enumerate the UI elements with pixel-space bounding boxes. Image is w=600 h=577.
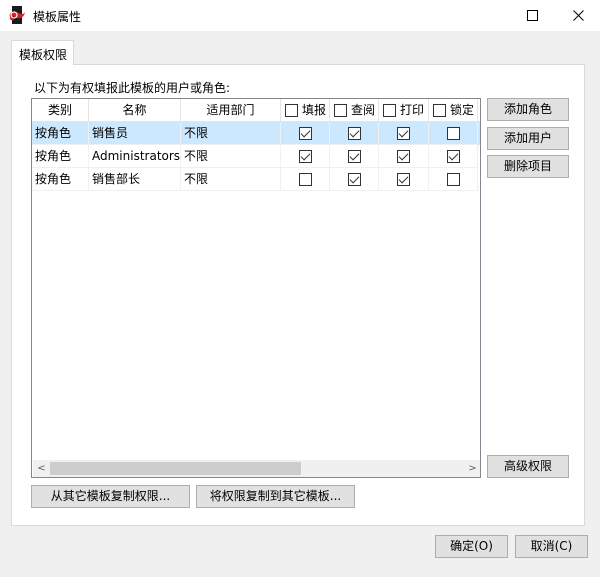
query-checkbox[interactable] <box>348 173 361 186</box>
query-checkbox[interactable] <box>348 127 361 140</box>
cell-lock <box>429 122 478 145</box>
scrollbar-thumb[interactable] <box>50 462 301 475</box>
cell-dept: 不限 <box>181 145 281 168</box>
fill-checkbox[interactable] <box>299 150 312 163</box>
table-row[interactable]: 按角色 销售员 不限 <box>32 122 480 145</box>
column-header-print[interactable]: 打印 <box>379 99 429 122</box>
column-header-print-label: 打印 <box>400 103 425 117</box>
fill-all-checkbox[interactable] <box>285 104 298 117</box>
tab-template-permissions[interactable]: 模板权限 <box>11 40 74 65</box>
cancel-button[interactable]: 取消(C) <box>515 535 588 558</box>
cell-name: 销售部长 <box>89 168 181 191</box>
cell-fill <box>281 122 330 145</box>
cell-print <box>379 168 429 191</box>
table-row[interactable]: 按角色 Administrators 不限 <box>32 145 480 168</box>
horizontal-scrollbar[interactable]: < > <box>33 460 480 477</box>
print-all-checkbox[interactable] <box>383 104 396 117</box>
fill-checkbox[interactable] <box>299 173 312 186</box>
column-header-dept[interactable]: 适用部门 <box>181 99 281 122</box>
cell-lock <box>429 145 478 168</box>
lock-checkbox[interactable] <box>447 173 460 186</box>
delete-item-button[interactable]: 删除项目 <box>487 155 569 178</box>
column-header-dept-label: 适用部门 <box>206 103 255 117</box>
print-checkbox[interactable] <box>397 127 410 140</box>
print-checkbox[interactable] <box>397 150 410 163</box>
permissions-list[interactable]: 类别 名称 适用部门 填报 查阅 打印 锁定 按角色 销售员 不限 按角色 Admini… <box>31 98 481 478</box>
lock-all-checkbox[interactable] <box>433 104 446 117</box>
lock-checkbox[interactable] <box>447 150 460 163</box>
close-button[interactable] <box>555 0 600 31</box>
title-bar: 模板属性 <box>0 0 600 31</box>
cell-name: Administrators <box>89 145 181 168</box>
cell-dept: 不限 <box>181 122 281 145</box>
column-header-lock-label: 锁定 <box>450 103 475 117</box>
advanced-permissions-button[interactable]: 高级权限 <box>487 455 569 478</box>
column-header-name[interactable]: 名称 <box>89 99 181 122</box>
query-checkbox[interactable] <box>348 150 361 163</box>
column-header-query[interactable]: 查阅 <box>330 99 379 122</box>
cell-dept: 不限 <box>181 168 281 191</box>
query-all-checkbox[interactable] <box>334 104 347 117</box>
column-header-lock[interactable]: 锁定 <box>429 99 478 122</box>
cell-print <box>379 145 429 168</box>
maximize-icon <box>526 10 538 21</box>
permissions-heading: 以下为有权填报此模板的用户或角色: <box>34 81 231 95</box>
column-header-fill-label: 填报 <box>302 103 327 117</box>
fill-checkbox[interactable] <box>299 127 312 140</box>
column-header-name-label: 名称 <box>122 103 147 117</box>
cell-fill <box>281 145 330 168</box>
cell-name: 销售员 <box>89 122 181 145</box>
ok-button[interactable]: 确定(O) <box>435 535 508 558</box>
cell-query <box>330 145 379 168</box>
table-row[interactable]: 按角色 销售部长 不限 <box>32 168 480 191</box>
cell-fill <box>281 168 330 191</box>
tab-label: 模板权限 <box>19 48 68 62</box>
column-header-fill[interactable]: 填报 <box>281 99 330 122</box>
column-header-query-label: 查阅 <box>351 103 376 117</box>
cell-query <box>330 168 379 191</box>
cell-lock <box>429 168 478 191</box>
close-icon <box>572 10 584 21</box>
add-role-button[interactable]: 添加角色 <box>487 98 569 121</box>
add-user-button[interactable]: 添加用户 <box>487 127 569 150</box>
lock-checkbox[interactable] <box>447 127 460 140</box>
scroll-right-icon[interactable]: > <box>464 460 480 477</box>
column-header-type[interactable]: 类别 <box>32 99 89 122</box>
cell-type: 按角色 <box>32 168 89 191</box>
app-logo-icon <box>9 6 25 24</box>
window-title: 模板属性 <box>33 10 82 24</box>
print-checkbox[interactable] <box>397 173 410 186</box>
list-header: 类别 名称 适用部门 填报 查阅 打印 锁定 <box>32 99 480 122</box>
cell-query <box>330 122 379 145</box>
scroll-left-icon[interactable]: < <box>33 460 50 477</box>
cell-type: 按角色 <box>32 145 89 168</box>
column-header-type-label: 类别 <box>47 103 72 117</box>
cell-print <box>379 122 429 145</box>
copy-to-template-button[interactable]: 将权限复制到其它模板... <box>196 485 355 508</box>
cell-type: 按角色 <box>32 122 89 145</box>
copy-from-template-button[interactable]: 从其它模板复制权限... <box>31 485 190 508</box>
maximize-button[interactable] <box>509 0 555 31</box>
